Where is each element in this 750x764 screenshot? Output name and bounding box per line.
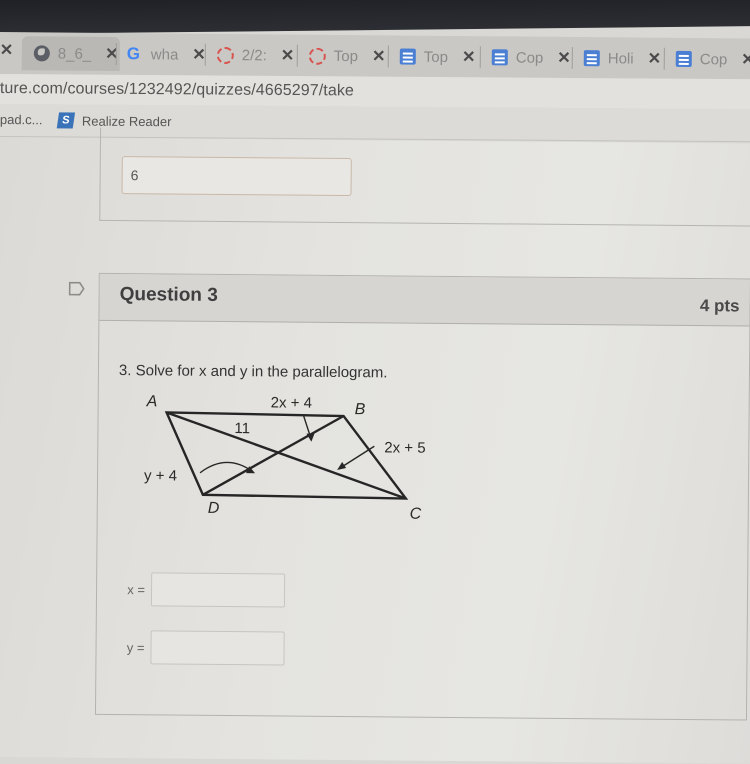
vertex-d-label: D (208, 500, 220, 517)
arrow-right-pointer (339, 445, 375, 469)
tab-separator (663, 47, 665, 70)
y-answer-input[interactable] (150, 630, 285, 666)
tab[interactable]: Top ✕ (308, 41, 386, 72)
diagonal-ac (166, 411, 407, 500)
docs-icon (583, 50, 600, 67)
tab-title: Cop (515, 49, 544, 67)
realize-reader-icon: S (56, 112, 76, 129)
flag-question-icon[interactable] (68, 281, 85, 296)
segment-right-label: 2x + 5 (384, 439, 425, 456)
close-tab-icon[interactable]: ✕ (557, 48, 571, 68)
close-tab-icon[interactable]: ✕ (648, 49, 662, 69)
tab[interactable]: Cop ✕ (491, 42, 571, 73)
tab-title: Top (333, 47, 359, 65)
quiz-page: Question 3 4 pts 3. Solve for x and y in… (0, 127, 750, 764)
tab-separator (296, 44, 298, 67)
close-tab-icon[interactable]: ✕ (372, 46, 386, 66)
tab[interactable]: Holi ✕ (583, 43, 662, 74)
previous-answer-input[interactable] (121, 156, 352, 197)
tab-separator (387, 45, 389, 68)
google-icon: G (126, 44, 141, 64)
docs-icon (399, 48, 416, 65)
vertex-b-label: B (355, 401, 366, 418)
answer-row-x: x = (117, 572, 286, 608)
question-header: Question 3 4 pts (99, 273, 750, 327)
vertex-a-label: A (146, 393, 158, 410)
segment-top-label: 2x + 4 (271, 394, 312, 411)
tab[interactable]: 2/2: ✕ (216, 40, 295, 71)
tab-title: wha (150, 45, 179, 64)
docs-icon (675, 50, 692, 68)
loading-ring-icon (216, 46, 234, 64)
answer-label: x = (127, 581, 146, 597)
question-card: Question 3 4 pts 3. Solve for x and y in… (94, 272, 750, 721)
loading-ring-icon (308, 47, 326, 65)
answer-row-y: y = (116, 630, 285, 666)
tab[interactable]: Cop ✕ (675, 44, 750, 75)
tab[interactable]: G wha ✕ (127, 39, 206, 70)
tab-title: Holi (607, 49, 634, 68)
tab-title: Top (423, 48, 449, 66)
close-tab-icon[interactable]: ✕ (462, 47, 476, 67)
arrowhead-right (337, 461, 347, 470)
tab-separator (479, 46, 481, 69)
tab-title: Cop (699, 50, 728, 68)
diagonal-bd (202, 414, 345, 496)
arrowhead-top (306, 433, 315, 442)
tab-separator (204, 43, 206, 66)
globe-icon (33, 45, 50, 62)
bookmark-realize-reader[interactable]: S Realize Reader (56, 112, 172, 129)
close-tab-icon[interactable]: ✕ (741, 49, 750, 69)
parallelogram-figure: A B C D 2x + 4 11 2x + 5 y + 4 (128, 392, 429, 525)
tab-strip: ✕ 8_6_ ✕ G wha ✕ 2/2: ✕ Top ✕ Top ✕ Cop … (0, 32, 750, 81)
question-prompt: 3. Solve for x and y in the parallelogra… (118, 362, 388, 382)
tab-title: 8_6_ (57, 45, 92, 63)
segment-left-label: y + 4 (144, 467, 177, 484)
close-tab-icon[interactable]: ✕ (281, 45, 295, 65)
answer-label: y = (126, 639, 145, 655)
screen-bezel (0, 0, 750, 34)
question-title: Question 3 (119, 284, 218, 306)
tab[interactable]: Top ✕ (399, 41, 476, 72)
tab-separator (115, 43, 117, 66)
vertex-c-label: C (410, 506, 422, 523)
tab[interactable]: 8_6_ ✕ (33, 38, 119, 69)
segment-ae-label: 11 (234, 420, 250, 437)
bookmark-label: pad.c... (0, 111, 43, 128)
bookmark-label: Realize Reader (81, 113, 172, 129)
x-answer-input[interactable] (150, 572, 286, 608)
url-text: ture.com/courses/1232492/quizzes/4665297… (0, 79, 355, 100)
docs-icon (491, 49, 508, 66)
question-points: 4 pts (699, 296, 740, 316)
close-tab-icon[interactable]: ✕ (0, 40, 13, 60)
bookmark-item[interactable]: pad.c... (0, 112, 43, 127)
tab-title: 2/2: (241, 46, 267, 64)
tab-separator (571, 46, 573, 69)
